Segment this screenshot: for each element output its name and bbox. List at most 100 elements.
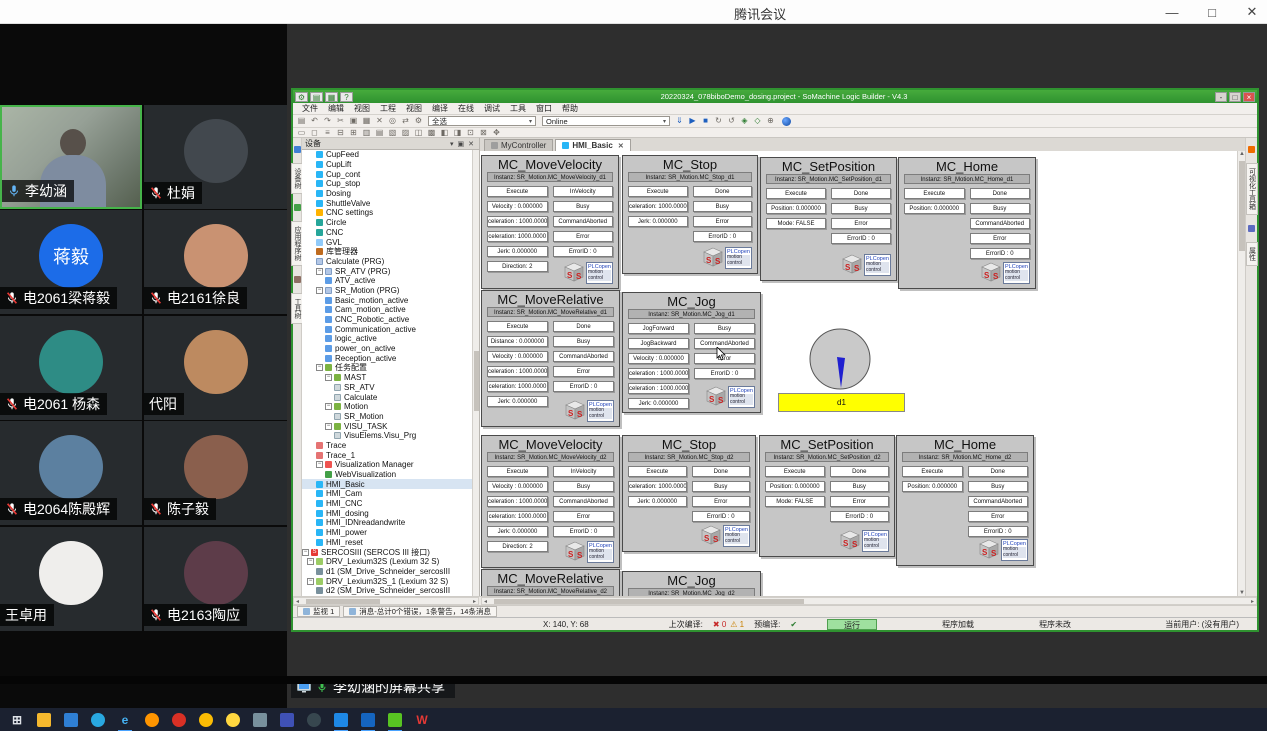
visu-hatch-icon[interactable]: ▧ [387,128,398,138]
step-into-icon[interactable]: ↺ [726,116,737,126]
menu-视图[interactable]: 视图 [349,103,375,114]
block-input-button[interactable]: Execute [628,466,687,477]
visu-fill-icon[interactable]: ▩ [426,128,437,138]
collapse-icon[interactable]: − [307,578,314,585]
find-icon[interactable]: ◎ [387,116,398,126]
ie-icon[interactable]: e [117,712,133,728]
menu-调试[interactable]: 调试 [479,103,505,114]
tree-item[interactable]: −MAST [302,373,479,383]
menu-在线[interactable]: 在线 [453,103,479,114]
maximize-button[interactable]: □ [1203,5,1221,20]
visu-delete-icon[interactable]: ⊠ [478,128,489,138]
step-over-icon[interactable]: ↻ [713,116,724,126]
tree-item[interactable]: Dosing [302,189,479,199]
tree-item[interactable]: SR_Motion [302,412,479,422]
visu-left-icon[interactable]: ◧ [439,128,450,138]
copy-icon[interactable]: ▣ [348,116,359,126]
tree-item[interactable]: d2 (SM_Drive_Schneider_sercosIII [302,586,479,596]
block-input-button[interactable]: Jerk: 0.000000 [628,216,688,227]
download-icon[interactable]: ⇓ [674,116,685,126]
visu-move-icon[interactable]: ✥ [491,128,502,138]
watch-tab[interactable]: 监视 1 [297,606,340,617]
tree-item[interactable]: Basic_motion_active [302,295,479,305]
tree-item[interactable]: HMI_IDNreadandwrite [302,518,479,528]
tree-item[interactable]: Calculate (PRG) [302,257,479,267]
tree-item[interactable]: −VISU_TASK [302,421,479,431]
tree-item[interactable]: SR_ATV [302,383,479,393]
tree-item[interactable]: HMI_Basic [302,479,479,489]
visu-grid-icon[interactable]: ▤ [374,128,385,138]
collapse-icon[interactable]: − [307,558,314,565]
tree-item[interactable]: Trace_1 [302,450,479,460]
start-icon[interactable]: ▶ [687,116,698,126]
participant-tile[interactable]: 电2061 杨森 [0,316,142,420]
menu-视图[interactable]: 视图 [401,103,427,114]
paste-icon[interactable]: ▦ [361,116,372,126]
tree-item[interactable]: CNC_Robotic_active [302,315,479,325]
participant-tile[interactable]: 电2064陈殿辉 [0,421,142,525]
block-input-button[interactable]: Position: 0.000000 [766,203,826,214]
tree-item[interactable]: CNC [302,228,479,238]
tree-item[interactable]: −DRV_Lexium32S (Lexium 32 S) [302,557,479,567]
tree-item[interactable]: Reception_active [302,353,479,363]
tree-scrollbar[interactable] [472,150,479,596]
block-input-button[interactable]: Execute [487,321,548,332]
participant-tile[interactable]: 王卓用 [0,527,142,631]
dock-tab-2[interactable]: 属性 [1246,242,1258,266]
tree-item[interactable]: Circle [302,218,479,228]
start-button[interactable]: ⊞ [9,712,25,728]
menu-窗口[interactable]: 窗口 [531,103,557,114]
delete-icon[interactable]: ✕ [374,116,385,126]
tree-item[interactable]: VisuElems.Visu_Prg [302,431,479,441]
logout-icon[interactable]: ◇ [752,116,763,126]
participant-tile[interactable]: 电2163陶应 [144,527,287,631]
collapse-icon[interactable]: − [325,374,332,381]
visu-hatch2-icon[interactable]: ▨ [400,128,411,138]
canvas-horizontal-scrollbar[interactable]: ◂▸ [481,597,1257,605]
tree-item[interactable]: logic_active [302,334,479,344]
tree-item[interactable]: ShuttleValve [302,198,479,208]
block-input-button[interactable]: Execute [904,188,965,199]
collapse-icon[interactable]: − [316,287,323,294]
visu-center-icon[interactable]: ⊡ [465,128,476,138]
visu-ungroup-icon[interactable]: ⊞ [348,128,359,138]
tree-item[interactable]: Calculate [302,392,479,402]
block-input-button[interactable]: celeration: 1000.0000 [487,381,548,392]
cut-icon[interactable]: ✂ [335,116,346,126]
save-all-icon[interactable]: ▦ [325,92,338,102]
tree-item[interactable]: CNC settings [302,208,479,218]
block-input-button[interactable]: Position: 0.000000 [904,203,965,214]
collapse-icon[interactable]: − [325,403,332,410]
wechat-icon[interactable] [387,712,403,728]
block-input-button[interactable]: Velocity : 0.000000 [628,353,689,364]
tree-item[interactable]: power_on_active [302,344,479,354]
tree-item[interactable]: WebVisualization [302,470,479,480]
media-app-icon[interactable] [279,712,295,728]
panel-pin-icon[interactable]: ▣ [456,140,467,148]
chrome-icon[interactable] [198,712,214,728]
sm-close-button[interactable]: × [1243,92,1255,102]
block-input-button[interactable]: Velocity : 0.000000 [487,351,548,362]
tree-item[interactable]: Trace [302,441,479,451]
close-tab-icon[interactable]: ✕ [618,142,624,150]
tree-item[interactable]: HMI_Cam [302,489,479,499]
tree-item[interactable]: Cam_motion_active [302,305,479,315]
block-input-button[interactable]: Execute [487,186,548,197]
canvas-vertical-scrollbar[interactable]: ▲▼ [1237,151,1245,596]
panel-close-icon[interactable]: ✕ [466,140,476,148]
block-input-button[interactable]: Jerk: 0.000000 [628,496,687,507]
tree-item[interactable]: Cup_stop [302,179,479,189]
camera-app-icon[interactable] [252,712,268,728]
tree-item[interactable]: 库管理器 [302,247,479,257]
tree-item[interactable]: HMI_dosing [302,508,479,518]
sm-restore-button[interactable]: □ [1229,92,1241,102]
visu-right-icon[interactable]: ◨ [452,128,463,138]
print-icon[interactable]: ▤ [296,116,307,126]
tree-horizontal-scrollbar[interactable]: ◂▸ [293,597,479,605]
sm-minimize-button[interactable]: - [1215,92,1227,102]
close-button[interactable]: ✕ [1243,4,1261,20]
block-input-button[interactable]: Mode: FALSE [765,496,825,507]
block-input-button[interactable]: Execute [487,466,548,477]
block-input-button[interactable]: Position: 0.000000 [902,481,963,492]
block-input-button[interactable]: celeration : 1000.0000 [487,216,548,227]
